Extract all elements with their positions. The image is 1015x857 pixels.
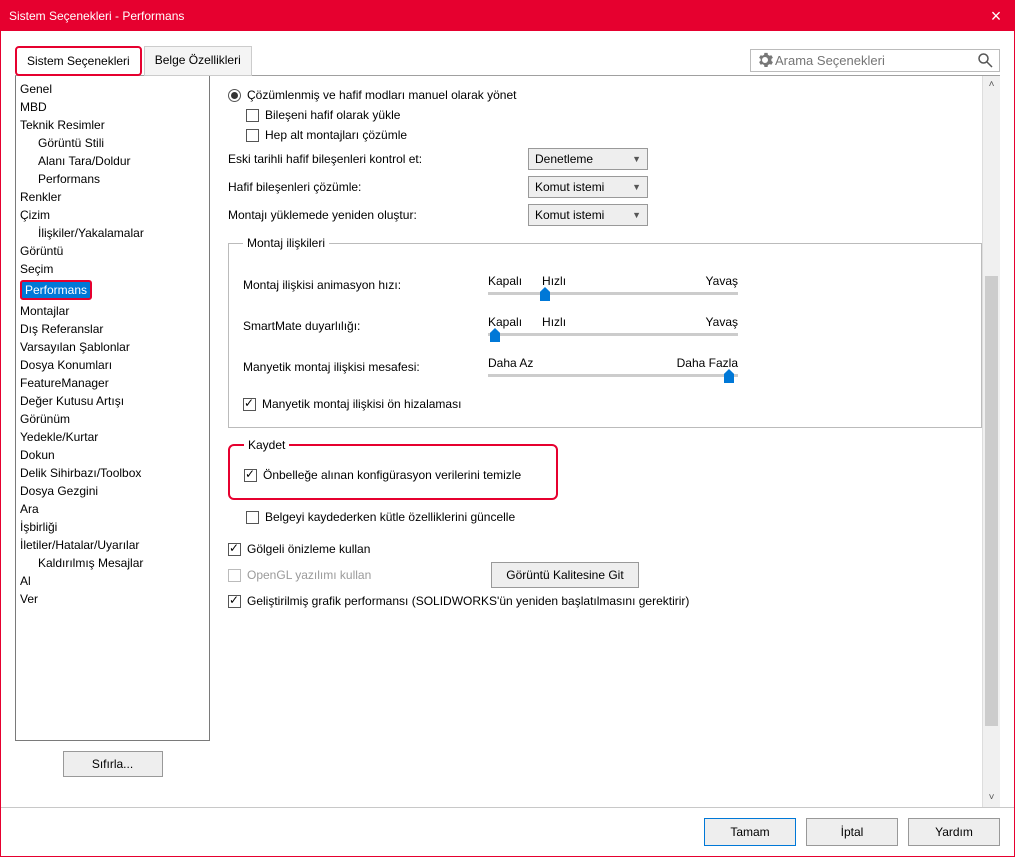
settings-panel: Çözümlenmiş ve hafif modları manuel olar… [210, 76, 1000, 807]
reset-button[interactable]: Sıfırla... [63, 751, 163, 777]
tree-item[interactable]: Ver [20, 590, 205, 608]
tree-item[interactable]: Yedekle/Kurtar [20, 428, 205, 446]
label: Montajı yüklemede yeniden oluştur: [228, 208, 528, 222]
checkbox-update-mass[interactable] [246, 511, 259, 524]
tree-item[interactable]: Çizim [20, 206, 205, 224]
cancel-button[interactable]: İptal [806, 818, 898, 846]
tree-item[interactable]: MBD [20, 98, 205, 116]
tree-item[interactable]: Al [20, 572, 205, 590]
tree-item[interactable]: Delik Sihirbazı/Toolbox [20, 464, 205, 482]
tree-item[interactable]: Kaldırılmış Mesajlar [20, 554, 205, 572]
checkbox-label: Geliştirilmiş grafik performansı (SOLIDW… [247, 594, 689, 608]
ok-button[interactable]: Tamam [704, 818, 796, 846]
select-check-outofdate[interactable]: Denetleme▼ [528, 148, 648, 170]
chevron-down-icon: ▼ [632, 182, 641, 192]
tree-item[interactable]: Performans [20, 170, 205, 188]
help-button[interactable]: Yardım [908, 818, 1000, 846]
checkbox-label: OpenGL yazılımı kullan [247, 568, 371, 582]
slider-smartmate-sensitivity[interactable] [488, 333, 738, 336]
tree-item[interactable]: İşbirliği [20, 518, 205, 536]
tree-item[interactable]: Teknik Resimler [20, 116, 205, 134]
tree-item[interactable]: Görüntü Stili [20, 134, 205, 152]
checkbox-label: Hep alt montajları çözümle [265, 128, 407, 142]
tab-document-properties[interactable]: Belge Özellikleri [144, 46, 252, 76]
search-icon[interactable] [977, 52, 993, 68]
scrollbar[interactable]: ˄ ˅ [982, 76, 1000, 807]
slider-label: Manyetik montaj ilişkisi mesafesi: [243, 360, 488, 374]
tree-item[interactable]: İlişkiler/Yakalamalar [20, 224, 205, 242]
label: Eski tarihli hafif bileşenleri kontrol e… [228, 152, 528, 166]
chevron-down-icon: ▼ [632, 210, 641, 220]
window-title: Sistem Seçenekleri - Performans [9, 9, 184, 23]
tree-item[interactable]: Varsayılan Şablonlar [20, 338, 205, 356]
checkbox-purge-config-cache[interactable] [244, 469, 257, 482]
checkbox-label: Belgeyi kaydederken kütle özelliklerini … [265, 510, 515, 524]
slider-label: SmartMate duyarlılığı: [243, 319, 488, 333]
search-box[interactable] [750, 49, 1000, 72]
select-resolve-lightweight[interactable]: Komut istemi▼ [528, 176, 648, 198]
checkbox-label: Önbelleğe alınan konfigürasyon verilerin… [263, 468, 521, 482]
checkbox-load-lightweight[interactable] [246, 109, 259, 122]
tree-item[interactable]: Dosya Gezgini [20, 482, 205, 500]
radio-manual-modes[interactable] [228, 89, 241, 102]
group-legend: Montaj ilişkileri [243, 236, 329, 250]
tree-item[interactable]: Seçim [20, 260, 205, 278]
tree-item[interactable]: İletiler/Hatalar/Uyarılar [20, 536, 205, 554]
slider-animation-speed[interactable] [488, 292, 738, 295]
checkbox-opengl [228, 569, 241, 582]
checkbox-label: Bileşeni hafif olarak yükle [265, 108, 400, 122]
title-bar: Sistem Seçenekleri - Performans × [1, 1, 1014, 31]
go-image-quality-button[interactable]: Görüntü Kalitesine Git [491, 562, 638, 588]
tree-item[interactable]: Renkler [20, 188, 205, 206]
scroll-down-icon[interactable]: ˅ [983, 789, 1000, 807]
group-assembly-mates: Montaj ilişkileri Montaj ilişkisi animas… [228, 236, 982, 428]
gear-icon [757, 52, 773, 68]
tree-item[interactable]: Dokun [20, 446, 205, 464]
tab-system-options[interactable]: Sistem Seçenekleri [15, 46, 142, 76]
group-legend: Kaydet [244, 438, 289, 452]
label: Hafif bileşenleri çözümle: [228, 180, 528, 194]
checkbox-enhanced-graphics[interactable] [228, 595, 241, 608]
tree-item[interactable]: Dış Referanslar [20, 320, 205, 338]
tab-strip: Sistem Seçenekleri Belge Özellikleri [15, 45, 254, 75]
search-input[interactable] [773, 52, 977, 69]
close-icon[interactable]: × [986, 7, 1006, 25]
tree-item-performance[interactable]: Performans [20, 278, 205, 302]
tree-item[interactable]: Görünüm [20, 410, 205, 428]
checkbox-label: Manyetik montaj ilişkisi ön hizalaması [262, 397, 461, 411]
dialog-footer: Tamam İptal Yardım [1, 807, 1014, 856]
checkbox-resolve-subassemblies[interactable] [246, 129, 259, 142]
tree-item[interactable]: Genel [20, 80, 205, 98]
checkbox-shaded-preview[interactable] [228, 543, 241, 556]
tree-item[interactable]: Değer Kutusu Artışı [20, 392, 205, 410]
select-rebuild-onload[interactable]: Komut istemi▼ [528, 204, 648, 226]
scroll-up-icon[interactable]: ˄ [983, 76, 1000, 94]
chevron-down-icon: ▼ [632, 154, 641, 164]
tree-item[interactable]: Alanı Tara/Doldur [20, 152, 205, 170]
scroll-thumb[interactable] [985, 276, 998, 726]
radio-label: Çözümlenmiş ve hafif modları manuel olar… [247, 88, 516, 102]
options-tree: Genel MBD Teknik Resimler Görüntü Stili … [15, 76, 210, 741]
tree-item[interactable]: Ara [20, 500, 205, 518]
slider-magnetic-distance[interactable] [488, 374, 738, 377]
tree-item[interactable]: Dosya Konumları [20, 356, 205, 374]
tree-item[interactable]: Görüntü [20, 242, 205, 260]
slider-label: Montaj ilişkisi animasyon hızı: [243, 278, 488, 292]
checkbox-magnetic-prealign[interactable] [243, 398, 256, 411]
checkbox-label: Gölgeli önizleme kullan [247, 542, 370, 556]
tree-item[interactable]: FeatureManager [20, 374, 205, 392]
group-save: Kaydet Önbelleğe alınan konfigürasyon ve… [228, 438, 558, 500]
tree-item[interactable]: Montajlar [20, 302, 205, 320]
